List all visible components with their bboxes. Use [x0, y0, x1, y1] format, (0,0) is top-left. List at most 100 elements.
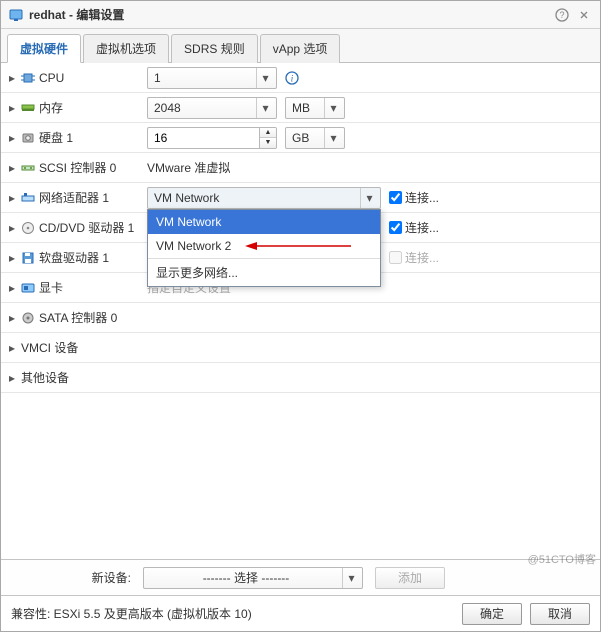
expander-icon[interactable]: ▸: [7, 223, 17, 233]
annotation-arrow-icon: [243, 240, 353, 252]
tab-label: 虚拟机选项: [96, 42, 156, 56]
row-scsi: ▸ SCSI 控制器 0 VMware 准虚拟: [1, 153, 600, 183]
chevron-down-icon: ▾: [324, 98, 342, 118]
tab-label: SDRS 规则: [184, 42, 245, 56]
cddvd-icon: [21, 221, 35, 235]
chevron-down-icon: ▾: [324, 128, 342, 148]
hardware-rows: ▸ CPU 1 ▾ i: [1, 63, 600, 559]
row-cpu: ▸ CPU 1 ▾ i: [1, 63, 600, 93]
new-device-row: 新设备: ------- 选择 ------- ▾ 添加: [1, 559, 600, 595]
disk-label: 硬盘 1: [39, 129, 73, 146]
tab-bar: 虚拟硬件 虚拟机选项 SDRS 规则 vApp 选项: [1, 29, 600, 63]
expander-icon[interactable]: ▸: [7, 73, 17, 83]
hardware-content: ▸ CPU 1 ▾ i: [1, 63, 600, 595]
new-device-select[interactable]: ------- 选择 ------- ▾: [143, 567, 363, 589]
tab-vapp-options[interactable]: vApp 选项: [260, 34, 341, 63]
disk-value-input[interactable]: [147, 127, 259, 149]
tab-label: 虚拟硬件: [20, 42, 68, 56]
expander-icon[interactable]: ▸: [7, 283, 17, 293]
network-option-more[interactable]: 显示更多网络...: [148, 258, 380, 286]
network-option-vm-network[interactable]: VM Network: [148, 210, 380, 234]
other-label: 其他设备: [21, 369, 69, 386]
chevron-down-icon: ▾: [360, 188, 378, 208]
cddvd-connect-checkbox-wrap: 连接...: [389, 219, 439, 236]
network-connect-checkbox[interactable]: [389, 191, 402, 204]
floppy-connect-label: 连接...: [405, 249, 439, 266]
cpu-icon: [21, 71, 35, 85]
network-select[interactable]: VM Network ▾: [147, 187, 381, 209]
network-label: 网络适配器 1: [39, 189, 109, 206]
memory-unit: MB: [292, 101, 324, 115]
network-value: VM Network: [154, 191, 360, 205]
floppy-connect-checkbox-wrap: 连接...: [389, 249, 439, 266]
expander-icon[interactable]: ▸: [7, 253, 17, 263]
expander-icon[interactable]: ▸: [7, 133, 17, 143]
video-label: 显卡: [39, 279, 63, 296]
title-bar: redhat - 编辑设置 ?: [1, 1, 600, 29]
add-device-button: 添加: [375, 567, 445, 589]
floppy-connect-checkbox: [389, 251, 402, 264]
vm-icon: [9, 8, 23, 22]
expand-icon[interactable]: [576, 7, 592, 23]
scsi-label: SCSI 控制器 0: [39, 159, 116, 176]
memory-value: 2048: [154, 101, 256, 115]
disk-icon: [21, 131, 35, 145]
expander-icon[interactable]: ▸: [7, 343, 17, 353]
cpu-select[interactable]: 1 ▾: [147, 67, 277, 89]
expander-icon[interactable]: ▸: [7, 193, 17, 203]
cddvd-connect-checkbox[interactable]: [389, 221, 402, 234]
expander-icon[interactable]: ▸: [7, 313, 17, 323]
memory-unit-select[interactable]: MB ▾: [285, 97, 345, 119]
cancel-label: 取消: [548, 605, 572, 622]
vmci-label: VMCI 设备: [21, 339, 78, 356]
disk-unit-select[interactable]: GB ▾: [285, 127, 345, 149]
spinner-up-button[interactable]: ▲: [260, 128, 276, 139]
help-icon[interactable]: ?: [554, 7, 570, 23]
scsi-icon: [21, 161, 35, 175]
cddvd-label: CD/DVD 驱动器 1: [39, 219, 134, 236]
network-connect-checkbox-wrap: 连接...: [389, 189, 439, 206]
add-label: 添加: [398, 571, 422, 585]
sata-icon: [21, 311, 35, 325]
expander-icon[interactable]: ▸: [7, 163, 17, 173]
svg-text:i: i: [291, 73, 294, 83]
expander-icon[interactable]: ▸: [7, 373, 17, 383]
new-device-label: 新设备:: [11, 569, 131, 586]
memory-label: 内存: [39, 99, 63, 116]
network-icon: [21, 191, 35, 205]
info-icon[interactable]: i: [285, 71, 299, 85]
dialog-footer: 兼容性: ESXi 5.5 及更高版本 (虚拟机版本 10) 确定 取消: [1, 595, 600, 631]
cpu-label: CPU: [39, 71, 64, 85]
tab-vm-options[interactable]: 虚拟机选项: [83, 34, 169, 63]
network-select-wrap: VM Network ▾ VM Network VM Network 2: [147, 187, 381, 209]
memory-icon: [21, 101, 35, 115]
tab-label: vApp 选项: [273, 42, 328, 56]
memory-select[interactable]: 2048 ▾: [147, 97, 277, 119]
row-memory: ▸ 内存 2048 ▾ MB ▾: [1, 93, 600, 123]
network-dropdown-list: VM Network VM Network 2: [147, 209, 381, 287]
new-device-placeholder: ------- 选择 -------: [150, 569, 342, 586]
video-icon: [21, 281, 35, 295]
row-network: ▸ 网络适配器 1 VM Network ▾ VM Ne: [1, 183, 600, 213]
edit-settings-dialog: redhat - 编辑设置 ? 虚拟硬件 虚拟机选项 SDRS 规则 vApp …: [0, 0, 601, 632]
network-option-vm-network-2[interactable]: VM Network 2: [148, 234, 380, 258]
row-sata: ▸ SATA 控制器 0: [1, 303, 600, 333]
svg-text:?: ?: [559, 10, 564, 20]
tab-sdrs-rules[interactable]: SDRS 规则: [171, 34, 258, 63]
ok-label: 确定: [480, 605, 504, 622]
row-disk: ▸ 硬盘 1 ▲ ▼ GB: [1, 123, 600, 153]
chevron-down-icon: ▾: [256, 98, 274, 118]
disk-unit: GB: [292, 131, 324, 145]
floppy-label: 软盘驱动器 1: [39, 249, 109, 266]
cpu-value: 1: [154, 71, 256, 85]
cancel-button[interactable]: 取消: [530, 603, 590, 625]
dialog-title: redhat - 编辑设置: [29, 6, 124, 23]
row-vmci: ▸ VMCI 设备: [1, 333, 600, 363]
chevron-down-icon: ▾: [342, 568, 360, 588]
spinner-down-button[interactable]: ▼: [260, 138, 276, 148]
expander-icon[interactable]: ▸: [7, 103, 17, 113]
ok-button[interactable]: 确定: [462, 603, 522, 625]
tab-virtual-hardware[interactable]: 虚拟硬件: [7, 34, 81, 63]
row-other: ▸ 其他设备: [1, 363, 600, 393]
floppy-icon: [21, 251, 35, 265]
